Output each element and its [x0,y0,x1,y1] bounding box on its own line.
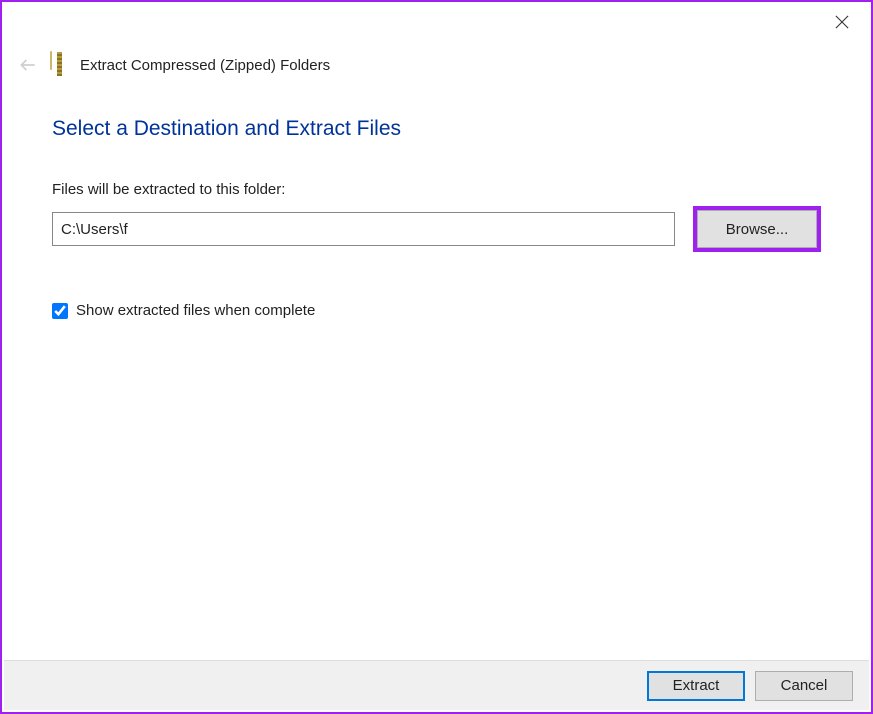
destination-path-input[interactable] [52,212,675,246]
show-files-checkbox[interactable] [52,303,68,319]
show-files-checkbox-row: Show extracted files when complete [52,302,821,319]
show-files-label[interactable]: Show extracted files when complete [76,302,315,319]
wizard-title: Extract Compressed (Zipped) Folders [80,57,330,74]
page-heading: Select a Destination and Extract Files [52,117,821,141]
destination-label: Files will be extracted to this folder: [52,181,821,198]
wizard-header: Extract Compressed (Zipped) Folders [16,52,857,78]
close-icon[interactable] [827,10,857,36]
zip-folder-icon [50,52,70,78]
back-arrow-icon [16,53,40,77]
extract-dialog: Extract Compressed (Zipped) Folders Sele… [0,0,873,714]
browse-highlight: Browse... [693,206,821,252]
browse-button[interactable]: Browse... [697,210,817,248]
destination-row: Browse... [52,206,821,252]
content-area: Select a Destination and Extract Files F… [52,117,821,319]
cancel-button[interactable]: Cancel [755,671,853,701]
dialog-footer: Extract Cancel [4,660,869,710]
extract-button[interactable]: Extract [647,671,745,701]
